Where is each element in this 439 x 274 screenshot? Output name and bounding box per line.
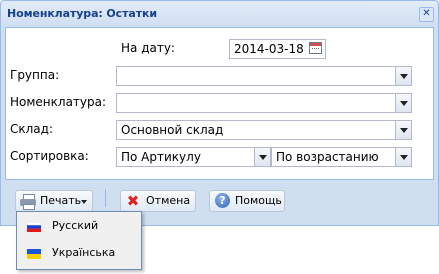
date-field[interactable]: 2014-03-18 <box>229 39 326 59</box>
calendar-icon <box>309 42 322 54</box>
form-panel: На дату: 2014-03-18 Группа: Номенклатура… <box>5 27 434 180</box>
sort-label: Сортировка: <box>10 149 89 163</box>
window-title: Номенклатура: Остатки <box>7 7 157 20</box>
calendar-trigger[interactable] <box>307 40 325 58</box>
title-bar[interactable]: Номенклатура: Остатки ✕ <box>1 1 438 27</box>
chevron-down-icon[interactable] <box>395 67 411 85</box>
help-icon: ? <box>215 193 230 208</box>
cancel-button[interactable]: ✖ Отмена <box>120 190 196 212</box>
warehouse-label: Склад: <box>10 122 53 136</box>
russia-flag-icon <box>27 222 41 232</box>
printer-icon <box>20 194 36 210</box>
help-button[interactable]: ? Помощь <box>209 190 285 212</box>
chevron-down-icon[interactable] <box>395 148 411 166</box>
close-icon[interactable]: ✕ <box>419 7 434 22</box>
dialog-window: Номенклатура: Остатки ✕ На дату: 2014-03… <box>0 0 439 226</box>
print-language-menu: Русский Українська <box>16 211 142 270</box>
sort-field-combo[interactable]: По Артикулу <box>116 147 271 167</box>
chevron-down-icon[interactable] <box>395 94 411 112</box>
menu-item-russian[interactable]: Русский <box>18 214 140 240</box>
chevron-down-icon[interactable] <box>254 148 270 166</box>
nomenclature-combo[interactable] <box>116 93 412 113</box>
warehouse-combo[interactable]: Основной склад <box>116 120 412 140</box>
menu-item-ukrainian[interactable]: Українська <box>18 241 140 267</box>
nomenclature-label: Номенклатура: <box>10 95 107 109</box>
toolbar-separator <box>105 189 106 207</box>
group-label: Группа: <box>10 68 60 82</box>
ukraine-flag-icon <box>27 249 41 259</box>
chevron-down-icon[interactable] <box>395 121 411 139</box>
chevron-down-icon <box>81 200 87 204</box>
sort-order-combo[interactable]: По возрастанию <box>271 147 412 167</box>
group-combo[interactable] <box>116 66 412 86</box>
print-button[interactable]: Печать <box>15 190 93 212</box>
date-label: На дату: <box>121 41 175 55</box>
cancel-icon: ✖ <box>126 192 140 210</box>
